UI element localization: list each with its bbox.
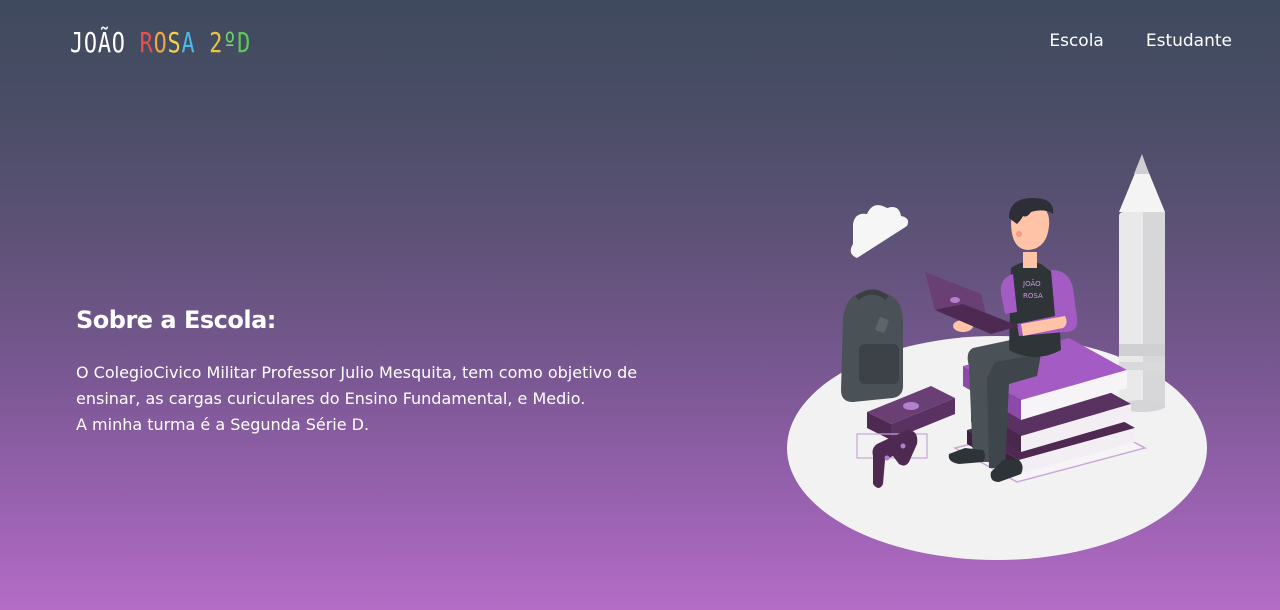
site-logo[interactable]: JOÃO ROSA 2ºD (70, 26, 251, 60)
student-studying-image: JOÃO ROSA (787, 154, 1207, 560)
shirt-text: ROSA (1023, 292, 1043, 300)
about-section: Sobre a Escola: O ColegioCivico Militar … (76, 306, 756, 438)
nav-link-estudante[interactable]: Estudante (1146, 31, 1232, 51)
logo-letter: S (167, 26, 182, 59)
logo-letter: D (237, 26, 252, 59)
description-line: A minha turma é a Segunda Série D. (76, 415, 370, 434)
shirt-text: JOÃO (1022, 279, 1041, 288)
logo-letter: J (70, 26, 84, 59)
logo-letter (126, 26, 140, 60)
logo-letter: O (111, 26, 126, 59)
nav-link-escola[interactable]: Escola (1049, 31, 1104, 51)
backpack-icon (841, 289, 903, 402)
logo-letter: A (181, 26, 196, 59)
logo-letter: O (153, 26, 168, 59)
logo-letter: 2 (209, 26, 224, 59)
description-line: ensinar, as cargas curiculares do Ensino… (76, 389, 586, 408)
logo-letter: º (223, 26, 238, 59)
logo-letter (195, 26, 209, 60)
navbar: JOÃO ROSA 2ºD Escola Estudante (0, 0, 1280, 86)
logo-letter: Ã (97, 26, 112, 59)
section-description: O ColegioCivico Militar Professor Julio … (76, 360, 756, 438)
nav-links: Escola Estudante (1049, 31, 1232, 51)
student-illustration: JOÃO ROSA (785, 148, 1215, 568)
description-line: O ColegioCivico Militar Professor Julio … (76, 363, 638, 382)
section-heading: Sobre a Escola: (76, 306, 276, 334)
cloud-icon (850, 205, 909, 258)
logo-letter: R (139, 26, 154, 59)
logo-letter: O (83, 26, 98, 59)
